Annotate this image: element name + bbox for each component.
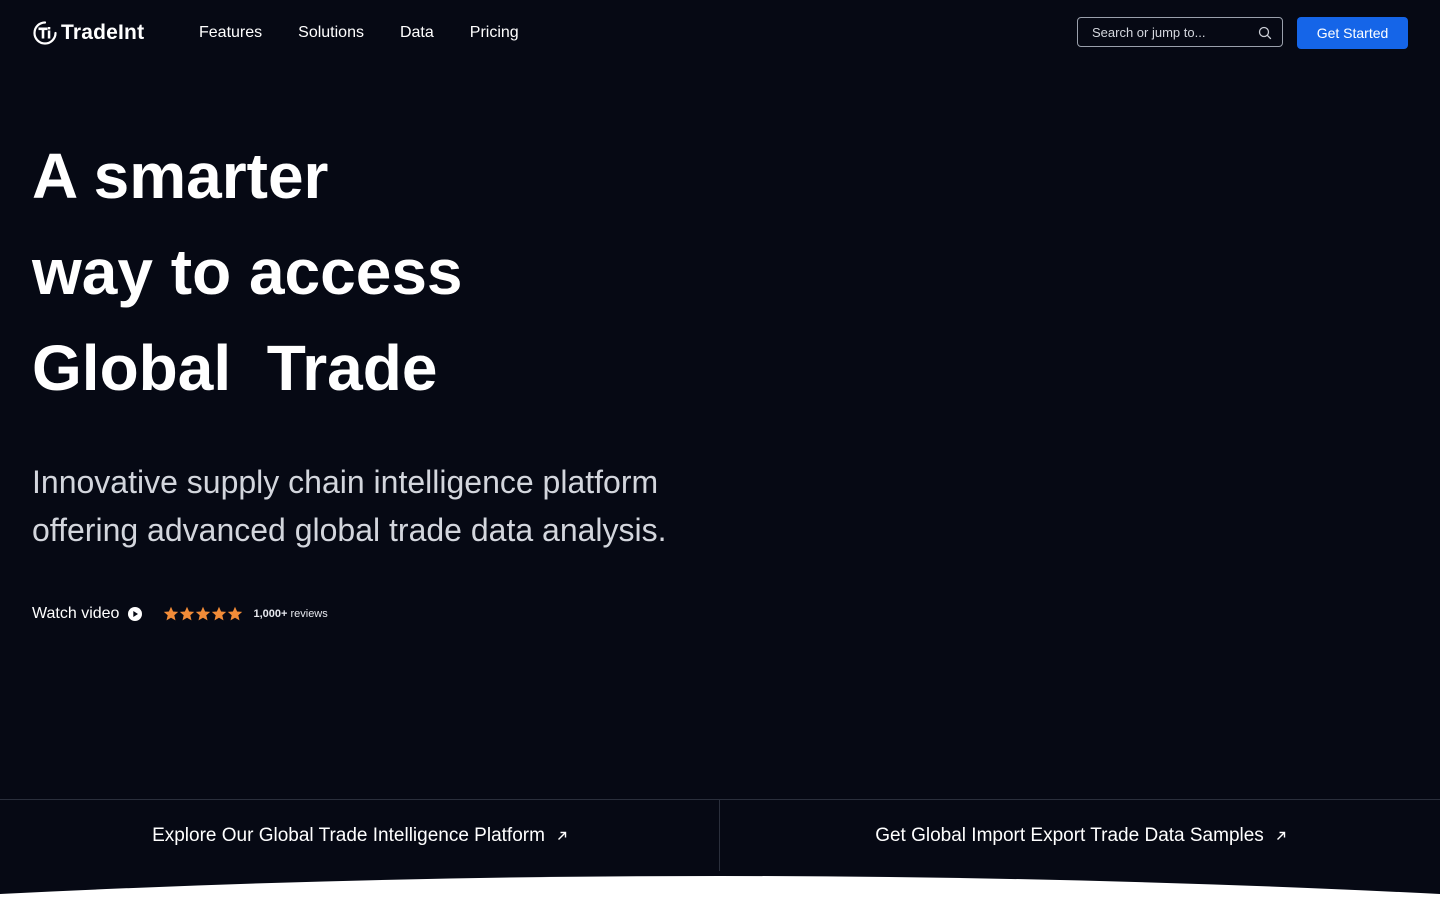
- search-input[interactable]: [1092, 18, 1252, 46]
- hero-meta: Watch video 1,000+ reviews: [32, 602, 328, 626]
- search-icon[interactable]: [1258, 26, 1272, 40]
- star-icon: [212, 606, 227, 621]
- hero-subtitle: Innovative supply chain intelligence pla…: [32, 464, 667, 548]
- reviews-count: 1,000+: [253, 608, 288, 620]
- link-strip: Explore Our Global Trade Intelligence Pl…: [0, 799, 1440, 871]
- trade-data-samples-link[interactable]: Get Global Import Export Trade Data Samp…: [721, 800, 1440, 871]
- play-icon: [128, 607, 143, 621]
- reviews-label: reviews: [290, 608, 328, 620]
- logo-link[interactable]: TradeInt: [32, 19, 144, 47]
- hero-line-1: A smarter: [32, 140, 329, 212]
- nav-item-pricing[interactable]: Pricing: [470, 22, 519, 44]
- section-curve: [0, 876, 1440, 900]
- star-icon: [164, 606, 179, 621]
- arrow-up-right-icon: [1276, 831, 1286, 840]
- nav-item-data[interactable]: Data: [400, 22, 434, 44]
- rating-stars: [163, 606, 243, 622]
- watch-video-link[interactable]: Watch video: [32, 605, 143, 623]
- reviews-text: 1,000+ reviews: [253, 608, 327, 620]
- search-box: [1077, 17, 1283, 47]
- site-header: TradeInt Features Solutions Data Pricing…: [0, 0, 1440, 66]
- watch-video-label: Watch video: [32, 605, 120, 622]
- page: TradeInt Features Solutions Data Pricing…: [0, 0, 1440, 900]
- arrow-up-right-icon: [557, 831, 567, 840]
- nav-item-solutions[interactable]: Solutions: [298, 22, 364, 44]
- star-icon: [180, 606, 195, 621]
- nav-item-features[interactable]: Features: [199, 22, 262, 44]
- main-nav: Features Solutions Data Pricing: [199, 22, 555, 44]
- explore-platform-label: Explore Our Global Trade Intelligence Pl…: [152, 824, 545, 846]
- explore-platform-link[interactable]: Explore Our Global Trade Intelligence Pl…: [0, 800, 720, 871]
- star-icon: [228, 606, 243, 621]
- trade-data-samples-label: Get Global Import Export Trade Data Samp…: [875, 824, 1264, 846]
- ti-logo-icon: [33, 21, 57, 45]
- star-icon: [196, 606, 211, 621]
- get-started-button[interactable]: Get Started: [1297, 17, 1408, 49]
- logo-text: TradeInt: [61, 21, 145, 44]
- hero-line-2: way to access: [32, 236, 463, 308]
- hero-line-3: Global Trade: [32, 332, 438, 404]
